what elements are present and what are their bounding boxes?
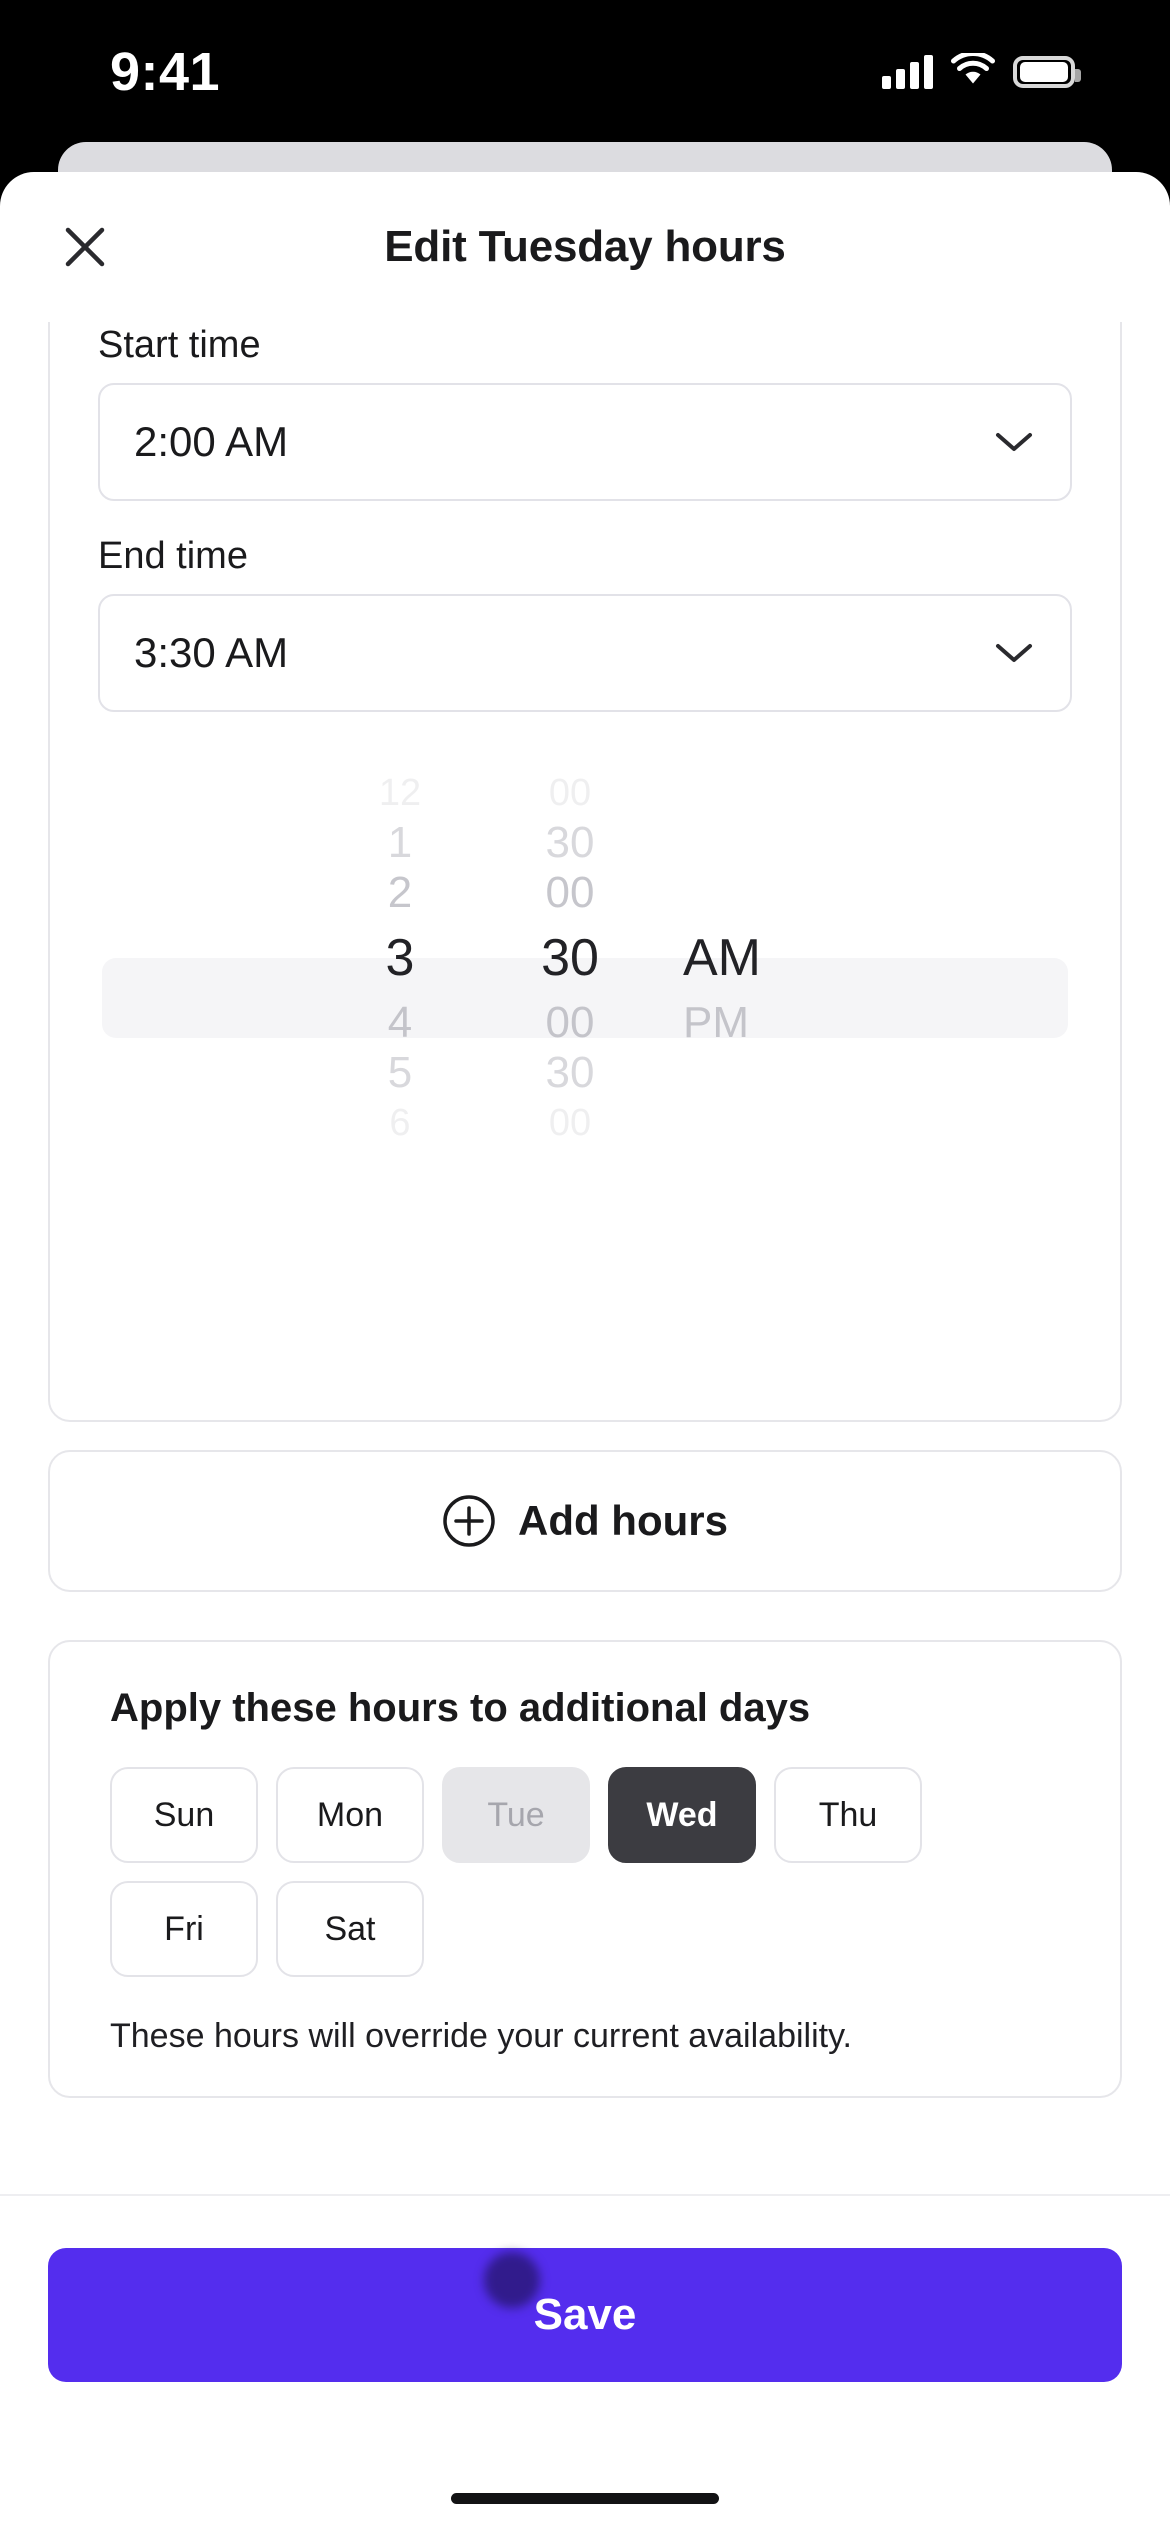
edit-hours-modal: Edit Tuesday hours Start time 2:00 AM En…: [0, 172, 1170, 2532]
status-bar: 9:41: [0, 0, 1170, 138]
time-picker-wheel[interactable]: 12 1 2 3 4 5 6 00 30 00 30 00 30 00 AM P…: [50, 768, 1120, 1268]
end-time-label: End time: [98, 535, 248, 577]
start-time-label: Start time: [98, 324, 261, 366]
picker-meridiem-option[interactable]: PM: [683, 998, 855, 1048]
picker-meridiem-selected[interactable]: AM: [683, 918, 855, 998]
picker-minute-option[interactable]: 30: [485, 818, 655, 868]
chevron-down-icon: [994, 430, 1034, 454]
picker-hour-option[interactable]: 6: [315, 1098, 485, 1148]
end-time-select[interactable]: 3:30 AM: [98, 594, 1072, 712]
day-chip-group: Sun Mon Tue Wed Thu Fri Sat: [110, 1767, 1084, 1977]
picker-hour-option[interactable]: 2: [315, 868, 485, 918]
apply-days-card: Apply these hours to additional days Sun…: [48, 1640, 1122, 2098]
day-chip-sat[interactable]: Sat: [276, 1881, 424, 1977]
cellular-signal-icon: [882, 55, 933, 89]
override-note: These hours will override your current a…: [110, 2017, 853, 2055]
add-hours-label: Add hours: [518, 1497, 728, 1544]
hours-card: Start time 2:00 AM End time 3:30 AM 12 1…: [48, 322, 1122, 1422]
modal-footer: Save: [0, 2194, 1170, 2532]
day-chip-sun[interactable]: Sun: [110, 1767, 258, 1863]
picker-meridiem-spacer: [683, 868, 855, 918]
save-button[interactable]: Save: [48, 2248, 1122, 2382]
close-icon[interactable]: [54, 216, 116, 278]
picker-hour-option[interactable]: 4: [315, 998, 485, 1048]
picker-minute-option[interactable]: 00: [485, 998, 655, 1048]
picker-meridiem-spacer: [683, 818, 855, 868]
picker-meridiem-spacer: [683, 768, 855, 818]
day-chip-fri[interactable]: Fri: [110, 1881, 258, 1977]
picker-minute-column[interactable]: 00 30 00 30 00 30 00: [485, 768, 655, 1268]
picker-meridiem-column[interactable]: AM PM: [655, 768, 855, 1268]
end-time-value: 3:30 AM: [134, 629, 289, 676]
modal-header: Edit Tuesday hours: [0, 172, 1170, 322]
picker-minute-selected[interactable]: 30: [485, 918, 655, 998]
picker-meridiem-spacer: [683, 1098, 855, 1148]
wifi-icon: [951, 50, 995, 92]
status-bar-time: 9:41: [110, 42, 221, 102]
status-bar-indicators: [882, 47, 1081, 92]
day-chip-tue: Tue: [442, 1767, 590, 1863]
picker-hour-option[interactable]: 5: [315, 1048, 485, 1098]
picker-hour-selected[interactable]: 3: [315, 918, 485, 998]
add-hours-button[interactable]: Add hours: [48, 1450, 1122, 1592]
picker-minute-option[interactable]: 00: [485, 868, 655, 918]
day-chip-thu[interactable]: Thu: [774, 1767, 922, 1863]
day-chip-wed[interactable]: Wed: [608, 1767, 756, 1863]
start-time-field: Start time 2:00 AM: [50, 324, 1120, 501]
end-time-field: End time 3:30 AM: [50, 535, 1120, 712]
page-title: Edit Tuesday hours: [384, 222, 786, 271]
picker-hour-option[interactable]: 12: [315, 768, 485, 818]
battery-icon: [1013, 56, 1081, 88]
picker-minute-option[interactable]: 00: [485, 1098, 655, 1148]
modal-scroll-body[interactable]: Start time 2:00 AM End time 3:30 AM 12 1…: [0, 322, 1170, 2322]
home-indicator: [451, 2493, 719, 2504]
picker-minute-option[interactable]: 30: [485, 1048, 655, 1098]
phone-screen: 9:41 Edit Tuesday hours Start time 2:00 …: [0, 0, 1170, 2532]
picker-minute-option[interactable]: 00: [485, 768, 655, 818]
start-time-select[interactable]: 2:00 AM: [98, 383, 1072, 501]
day-chip-mon[interactable]: Mon: [276, 1767, 424, 1863]
plus-circle-icon: [442, 1494, 496, 1548]
picker-meridiem-spacer: [683, 1048, 855, 1098]
apply-days-title: Apply these hours to additional days: [110, 1686, 811, 1730]
chevron-down-icon: [994, 641, 1034, 665]
picker-hour-column[interactable]: 12 1 2 3 4 5 6: [315, 768, 485, 1268]
start-time-value: 2:00 AM: [134, 418, 289, 465]
picker-hour-option[interactable]: 1: [315, 818, 485, 868]
